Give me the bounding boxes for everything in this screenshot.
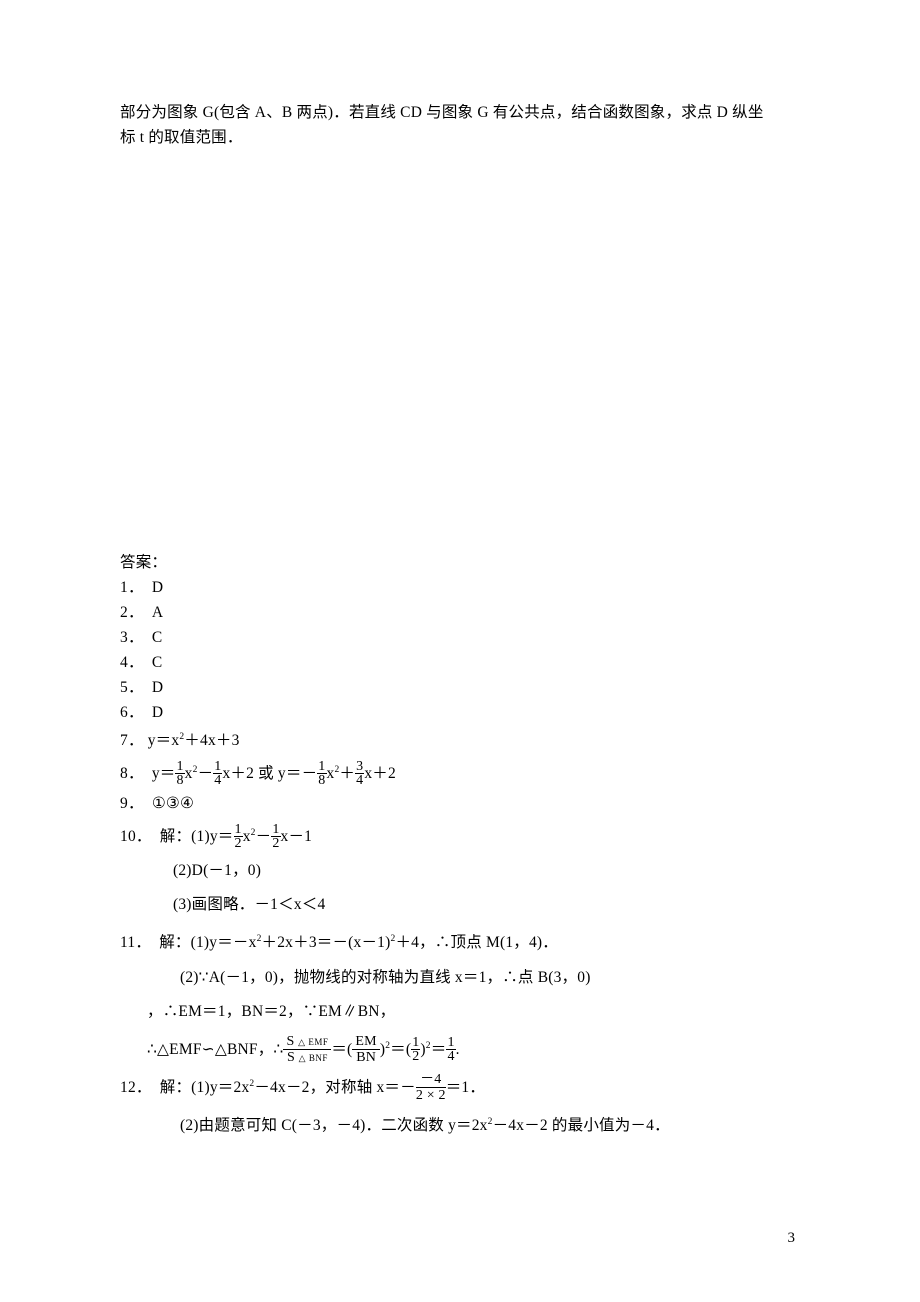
answer-8: 8． y＝18x2－14x＋2 或 y＝－18x2＋34x＋2 — [120, 753, 800, 791]
intro-line-1: 部分为图象 G(包含 A、B 两点)．若直线 CD 与图象 G 有公共点，结合函… — [120, 100, 800, 125]
q1-val: D — [152, 579, 163, 596]
q2-val: A — [152, 604, 163, 621]
answers-header: 答案： — [120, 550, 800, 575]
q10-m3: x－1 — [281, 828, 313, 845]
q8-f2: 14 — [213, 760, 222, 787]
q8-pre: y＝ — [152, 765, 176, 782]
answer-3: 3． C — [120, 625, 800, 650]
q5-num: 5． — [120, 679, 144, 696]
q11-l1a: 解：(1)y＝－x — [159, 935, 256, 952]
answer-11-2: (2)∵A(－1，0)，抛物线的对称轴为直线 x＝1，∴点 B(3，0) — [120, 961, 800, 995]
answer-12-1: 12． 解：(1)y＝2x2－4x－2，对称轴 x＝－－42 × 2＝1． — [120, 1067, 800, 1105]
answer-1: 1． D — [120, 575, 800, 600]
q9-num: 9． — [120, 795, 144, 812]
q4-val: C — [152, 654, 163, 671]
q11-l4a: ∴△EMF∽△BNF，∴ — [147, 1041, 283, 1058]
answer-10-2: (2)D(－1，0) — [120, 854, 800, 888]
q11-l1b: ＋2x＋3＝－(x－1) — [262, 935, 391, 952]
q8-f4: 34 — [355, 760, 364, 787]
q11-l4f: ＝ — [431, 1041, 447, 1058]
answer-10-3: (3)画图略．－1＜x＜4 — [120, 888, 800, 922]
q3-num: 3． — [120, 629, 144, 646]
q12-l1a: 解：(1)y＝2x — [160, 1079, 250, 1096]
intro-line-2: 标 t 的取值范围． — [120, 125, 800, 150]
answer-5: 5． D — [120, 675, 800, 700]
q7-num: 7． — [120, 732, 144, 749]
q12-l1b: －4x－2，对称轴 x＝－ — [254, 1079, 415, 1096]
page: 部分为图象 G(包含 A、B 两点)．若直线 CD 与图象 G 有公共点，结合函… — [0, 0, 920, 1302]
q12-l2a: (2)由题意可知 C(－3，－4)．二次函数 y＝2x — [180, 1117, 488, 1134]
q10-f2: 12 — [271, 823, 280, 850]
q11-bigfrac: S △ EMFS △ BNF — [283, 1035, 331, 1065]
answer-7: 7． y＝x2＋4x＋3 — [120, 725, 800, 753]
q11-l4b: ＝( — [331, 1041, 352, 1058]
q12-num: 12． — [120, 1079, 152, 1096]
q7-mid: ＋4x＋3 — [184, 732, 239, 749]
q10-l3: (3)画图略．－1＜x＜4 — [173, 896, 325, 913]
q12-l1c: ＝1． — [446, 1079, 485, 1096]
q8-num: 8． — [120, 765, 144, 782]
q11-l1c: ＋4，∴顶点 M(1，4)． — [395, 935, 558, 952]
answer-10-1: 10． 解：(1)y＝12x2－12x－1 — [120, 816, 800, 854]
q10-m1: x — [243, 828, 251, 845]
q10-num: 10． — [120, 828, 152, 845]
q11-num: 11． — [120, 935, 151, 952]
q8-m1: x — [185, 765, 193, 782]
q5-val: D — [152, 679, 163, 696]
q10-f1: 12 — [234, 823, 243, 850]
answer-11-1: 11． 解：(1)y＝－x2＋2x＋3＝－(x－1)2＋4，∴顶点 M(1，4)… — [120, 922, 800, 960]
q11-l2: (2)∵A(－1，0)，抛物线的对称轴为直线 x＝1，∴点 B(3，0) — [180, 969, 591, 986]
q8-m2: － — [198, 765, 214, 782]
q11-f3: 12 — [411, 1036, 420, 1063]
q7-pre: y＝x — [148, 732, 180, 749]
q10-l2: (2)D(－1，0) — [173, 862, 261, 879]
q12-l2b: －4x－2 的最小值为－4． — [493, 1117, 670, 1134]
answer-9: 9． ①③④ — [120, 791, 800, 816]
q9-val: ①③④ — [152, 795, 194, 812]
q8-m5: ＋ — [339, 765, 355, 782]
q12-frac: －42 × 2 — [416, 1073, 446, 1103]
q8-f1: 18 — [175, 760, 184, 787]
blank-gap — [120, 150, 800, 550]
q8-m6: x＋2 — [364, 765, 396, 782]
q2-num: 2． — [120, 604, 144, 621]
q8-m3: x＋2 或 y＝－ — [222, 765, 317, 782]
q10-m2: － — [256, 828, 272, 845]
q11-f2: EMBN — [352, 1035, 379, 1065]
q11-l4d: ＝( — [390, 1041, 411, 1058]
q6-num: 6． — [120, 704, 144, 721]
q8-f3: 18 — [317, 760, 326, 787]
q11-l3: ，∴EM＝1，BN＝2，∵EM∥BN， — [147, 1003, 395, 1020]
answer-2: 2． A — [120, 600, 800, 625]
q1-num: 1． — [120, 579, 144, 596]
q11-l4g: . — [456, 1041, 460, 1058]
q6-val: D — [152, 704, 163, 721]
answer-6: 6． D — [120, 700, 800, 725]
answer-4: 4． C — [120, 650, 800, 675]
q3-val: C — [152, 629, 163, 646]
page-number: 3 — [788, 1230, 796, 1247]
answer-12-2: (2)由题意可知 C(－3，－4)．二次函数 y＝2x2－4x－2 的最小值为－… — [120, 1105, 800, 1143]
q10-lead: 解：(1)y＝ — [160, 828, 234, 845]
answer-11-4: ∴△EMF∽△BNF，∴S △ EMFS △ BNF＝(EMBN)2＝(12)2… — [120, 1029, 800, 1067]
q4-num: 4． — [120, 654, 144, 671]
q11-f4: 14 — [446, 1036, 455, 1063]
answer-11-3: ，∴EM＝1，BN＝2，∵EM∥BN， — [120, 995, 800, 1029]
